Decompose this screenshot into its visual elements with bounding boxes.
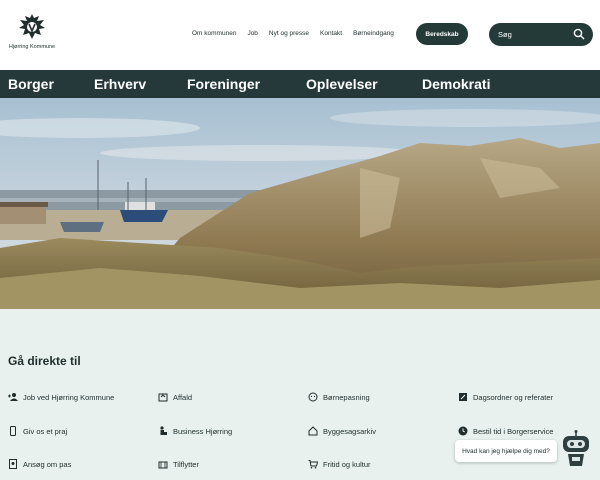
quicklink-boernepasning[interactable]: Børnepasning xyxy=(308,392,370,402)
cart-icon xyxy=(308,460,318,469)
quicklink-label: Fritid og kultur xyxy=(323,459,371,469)
clock-icon xyxy=(458,426,468,436)
quicklink-tilflytter[interactable]: Tilflytter xyxy=(158,459,199,469)
quicklink-job[interactable]: Job ved Hjørring Kommune xyxy=(8,392,114,402)
main-nav: Borger Erhverv Foreninger Oplevelser Dem… xyxy=(0,70,600,98)
dunes-photo xyxy=(0,98,600,309)
recycle-icon xyxy=(158,393,168,402)
quicklink-giv-os-et-praj[interactable]: Giv os et praj xyxy=(8,426,67,436)
nav-oplevelser[interactable]: Oplevelser xyxy=(306,76,378,92)
nav-erhverv[interactable]: Erhverv xyxy=(94,76,146,92)
passport-icon xyxy=(9,459,17,469)
quicklink-label: Byggesagsarkiv xyxy=(323,426,376,436)
top-links: Om kommunen Job Nyt og presse Kontakt Bø… xyxy=(192,30,405,37)
hero-image xyxy=(0,98,600,309)
moving-boxes-icon xyxy=(158,461,168,469)
beredskab-button[interactable]: Beredskab xyxy=(416,23,468,45)
quicklink-business[interactable]: Business Hjørring xyxy=(158,426,232,436)
house-icon xyxy=(308,426,318,436)
person-briefcase-icon xyxy=(160,426,167,435)
link-kontakt[interactable]: Kontakt xyxy=(320,30,342,37)
link-om-kommunen[interactable]: Om kommunen xyxy=(192,30,236,37)
quicklink-bestil-tid[interactable]: Bestil tid i Borgerservice xyxy=(458,426,553,436)
edit-document-icon xyxy=(459,393,467,401)
nav-demokrati[interactable]: Demokrati xyxy=(422,76,490,92)
quicklink-affald[interactable]: Affald xyxy=(158,392,192,402)
quicklink-dagsordner[interactable]: Dagsordner og referater xyxy=(458,392,553,402)
quicklink-label: Tilflytter xyxy=(173,459,199,469)
quicklink-label: Børnepasning xyxy=(323,392,370,402)
chat-prompt[interactable]: Hvad kan jeg hjælpe dig med? xyxy=(455,440,557,462)
child-face-icon xyxy=(308,392,318,402)
quicklink-label: Dagsordner og referater xyxy=(473,392,554,402)
link-boerneindgang[interactable]: Børneindgang xyxy=(353,30,394,37)
search-placeholder: Søg xyxy=(498,30,512,39)
search-input[interactable]: Søg xyxy=(489,23,593,46)
phone-icon xyxy=(10,426,16,436)
search-icon[interactable] xyxy=(573,28,585,40)
quicklink-label: Job ved Hjørring Kommune xyxy=(23,392,115,402)
site-header: Hjørring Kommune Om kommunen Job Nyt og … xyxy=(0,0,600,70)
logo-text: Hjørring Kommune xyxy=(8,44,56,50)
nav-foreninger[interactable]: Foreninger xyxy=(187,76,260,92)
quicklink-label: Ansøg om pas xyxy=(23,459,72,469)
logo[interactable]: Hjørring Kommune xyxy=(4,12,60,56)
quicklink-fritid[interactable]: Fritid og kultur xyxy=(308,459,371,469)
chatbot-robot-icon[interactable] xyxy=(560,430,592,470)
link-job[interactable]: Job xyxy=(247,30,257,37)
quicklink-label: Affald xyxy=(173,392,193,402)
quicklink-label: Bestil tid i Borgerservice xyxy=(473,426,554,436)
quicklink-label: Giv os et praj xyxy=(23,426,68,436)
quicklink-pas[interactable]: Ansøg om pas xyxy=(8,459,71,469)
person-add-icon xyxy=(8,393,18,401)
quicklink-label: Business Hjørring xyxy=(173,426,233,436)
quicklink-byggesagsarkiv[interactable]: Byggesagsarkiv xyxy=(308,426,376,436)
quick-links-title: Gå direkte til xyxy=(8,354,81,368)
link-nyt-og-presse[interactable]: Nyt og presse xyxy=(269,30,309,37)
coat-of-arms-icon xyxy=(19,14,45,39)
nav-borger[interactable]: Borger xyxy=(8,76,54,92)
